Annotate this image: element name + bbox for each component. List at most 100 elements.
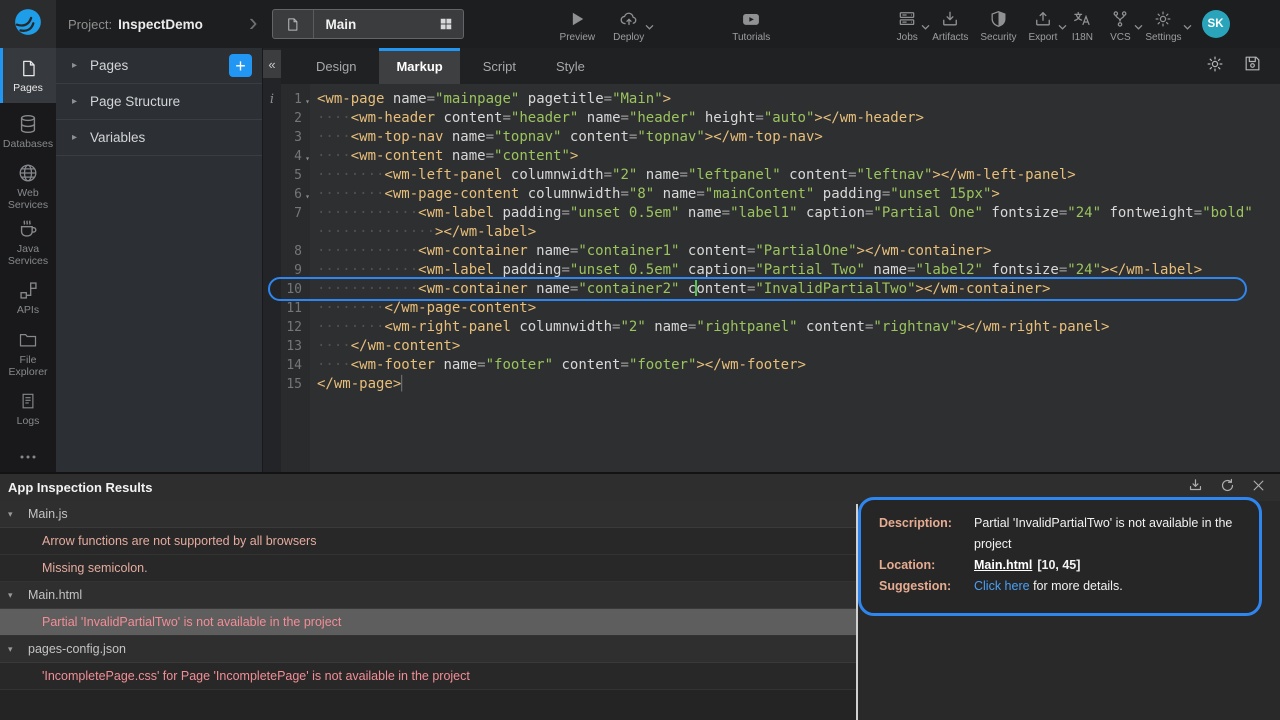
code-token: = [486,148,494,164]
avatar[interactable]: SK [1202,10,1230,38]
inspection-header-icons [1187,477,1266,499]
refresh-icon[interactable] [1219,477,1236,499]
fold-marker-icon[interactable]: ▾ [302,90,313,109]
fold-marker-icon[interactable]: ▾ [302,147,313,166]
code-token: ></wm-container> [857,243,992,259]
code-token: "topnav" [637,129,704,145]
panel-section-page-structure[interactable]: ▸Page Structure [56,84,262,120]
indent-dots: ········ [317,300,384,316]
section-main-js[interactable]: ▾Main.js [0,501,858,528]
code-token: = [477,357,485,373]
topbar-action-vcs[interactable]: VCS [1105,0,1135,48]
save-icon[interactable] [1243,54,1262,78]
code-text: ····<wm-footer name="footer" content="fo… [313,356,806,375]
tab-style[interactable]: Style [539,48,602,84]
gear-icon[interactable] [1205,54,1225,79]
topbar-action-jobs[interactable]: Jobs [892,0,922,48]
code-token: > [663,91,671,107]
code-token: = [561,262,569,278]
code-token: height [705,110,756,126]
code-token: name [587,110,621,126]
topbar-action-tutorials[interactable]: Tutorials [730,0,772,48]
sidebar-item-label: File Explorer [0,354,56,378]
tooltip-suggestion-link[interactable]: Click here [974,579,1030,593]
caret-down-icon [921,18,930,36]
code-text: ········<wm-page-content columnwidth="8"… [313,185,1000,204]
topbar-action-i18n[interactable]: I18N [1067,0,1097,48]
grid-icon[interactable] [429,17,463,31]
issue-row[interactable]: 'IncompletePage.css' for Page 'Incomplet… [0,663,858,690]
fold-spacer [302,204,313,223]
code-token: padding [502,205,561,221]
code-token: = [486,129,494,145]
download-icon[interactable] [1187,477,1204,499]
issue-row[interactable]: Arrow functions are not supported by all… [0,528,858,555]
info-icon[interactable]: i [263,92,281,107]
code-token: ▏ [401,376,409,392]
code-token: "24" [1067,205,1101,221]
sidebar-item-logs[interactable]: Logs [0,381,56,436]
sidebar-item-java-services[interactable]: Java Services [0,214,56,269]
code-token: name [443,357,477,373]
sidebar-item-label: Web Services [0,187,56,211]
code-token: content [570,129,629,145]
indent-dots: ···· [317,129,351,145]
code-text: ··············></wm-label> [313,223,536,242]
code-token: name [452,148,486,164]
panel-section-pages[interactable]: ▸Pages+ [56,48,262,84]
collapse-panel-button[interactable]: « [263,50,281,78]
code-token: columnwidth [519,319,612,335]
caret-down-icon [1134,18,1143,36]
sidebar-item-apis[interactable]: APIs [0,270,56,325]
fold-marker-icon[interactable]: ▾ [302,185,313,204]
settings-gear-icon [1153,9,1173,29]
app-logo[interactable] [0,0,56,48]
code-token: "Partial One" [873,205,983,221]
section-main-html[interactable]: ▾Main.html [0,582,858,609]
code-text: ········<wm-left-panel columnwidth="2" n… [313,166,1076,185]
issue-row[interactable]: Partial 'InvalidPartialTwo' is not avail… [0,609,858,636]
topbar-action-deploy[interactable]: Deploy [611,0,646,48]
topbar-action-artifacts[interactable]: Artifacts [930,0,970,48]
editor-actions [1205,48,1280,84]
indent-dots: ········ [317,186,384,202]
fold-spacer [302,223,313,242]
code-token: name [663,186,697,202]
line-number: 14 [281,356,302,375]
topbar-action-settings[interactable]: Settings [1143,0,1183,48]
code-line-9: 9············<wm-label padding="unset 0.… [281,261,1280,280]
sidebar-item-file-explorer[interactable]: File Explorer [0,325,56,380]
indent-dots: ········ [317,167,384,183]
code-token: ></wm-header> [814,110,924,126]
tab-script[interactable]: Script [466,48,533,84]
tab-markup[interactable]: Markup [379,48,459,84]
tooltip-location-row: Location: Main.html[10, 45] [879,555,1241,576]
sidebar-item-pages[interactable]: Pages [0,48,56,103]
code-editor[interactable]: 1▾<wm-page name="mainpage" pagetitle="Ma… [281,84,1280,472]
issue-row[interactable]: Missing semicolon. [0,555,858,582]
add-page-button[interactable]: + [229,54,252,77]
indent-dots: ············ [317,262,418,278]
project-label: Project: [68,17,112,32]
code-token: name [452,129,486,145]
youtube-icon [741,9,761,29]
tooltip-location-file[interactable]: Main.html [974,558,1032,572]
tab-design[interactable]: Design [299,48,373,84]
sidebar-item-web-services[interactable]: Web Services [0,159,56,214]
line-number: 6 [281,185,302,204]
topbar-action-security[interactable]: Security [978,0,1018,48]
workspace: PagesDatabases Web Services Java ServicesA… [0,48,1280,472]
topbar-action-export[interactable]: Export [1026,0,1059,48]
code-token: "InvalidPartialTwo" [755,281,915,297]
page-tab-main[interactable]: Main [272,9,464,39]
topbar-action-preview[interactable]: Preview [558,0,598,48]
sidebar-item-databases[interactable]: Databases [0,103,56,158]
code-token: "footer" [486,357,553,373]
close-icon[interactable] [1251,478,1266,498]
code-token: "rightpanel" [696,319,797,335]
sidebar-item-more[interactable] [0,442,56,472]
panel-section-variables[interactable]: ▸Variables [56,120,262,156]
code-line-8: 8············<wm-container name="contain… [281,242,1280,261]
section-pages-config-json[interactable]: ▾pages-config.json [0,636,858,663]
tooltip-description-row: Description: Partial 'InvalidPartialTwo'… [879,513,1241,555]
